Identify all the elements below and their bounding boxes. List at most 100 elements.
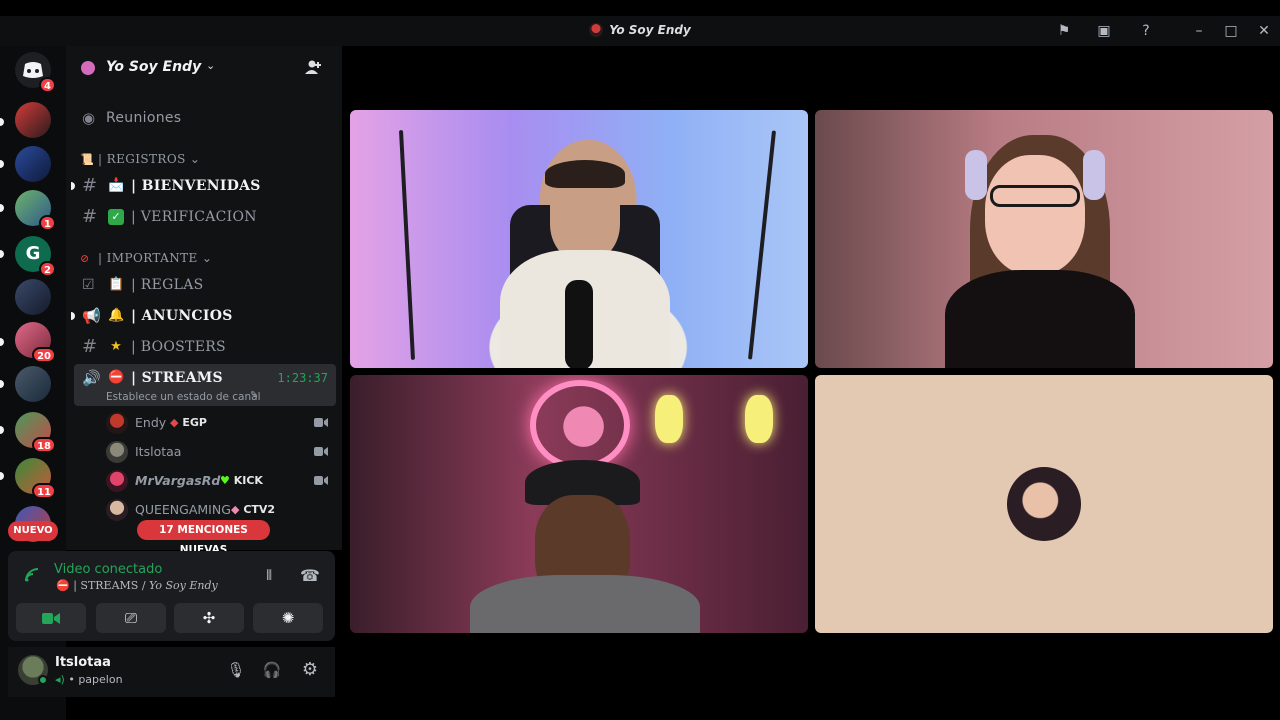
scroll-icon: 📜 <box>80 153 95 166</box>
server-badge: 2 <box>39 261 56 277</box>
glasses <box>990 185 1080 207</box>
settings-gear-icon[interactable]: ⚙ <box>300 660 320 680</box>
server-icon[interactable]: 1 <box>15 190 56 231</box>
camera-button[interactable] <box>16 603 86 633</box>
unread-pill <box>0 160 4 168</box>
screen-share-icon: ⎚ <box>124 609 137 627</box>
server-badge: 1 <box>39 215 56 231</box>
sparkle-icon: ✺ <box>281 609 295 627</box>
close-icon[interactable]: ✕ <box>1255 22 1273 40</box>
top <box>945 270 1135 368</box>
window-title: Yo Soy Endy <box>0 23 1280 37</box>
help-icon[interactable]: ? <box>1137 22 1155 40</box>
channel-status-prompt[interactable]: Establece un estado de canal <box>106 391 261 403</box>
soundboard-icon[interactable]: ⦀ <box>266 568 272 584</box>
voice-channel-icon: ◉ <box>82 109 96 127</box>
megaphone-icon: 📢 <box>82 307 101 325</box>
disconnect-icon[interactable]: ☎ <box>300 566 320 585</box>
video-tile-avatar-only[interactable] <box>815 375 1273 633</box>
channel-boosters[interactable]: # ★ | BOOSTERS <box>74 333 336 361</box>
voice-live-icon: 🔊 <box>82 369 101 387</box>
microphone <box>565 280 593 368</box>
neon-banana <box>655 395 683 443</box>
headphones <box>1083 150 1105 200</box>
screen-share-icon[interactable]: ▣ <box>1095 22 1113 40</box>
category-registros[interactable]: 📜 | REGISTROS ⌄ <box>80 152 200 170</box>
signal-icon[interactable] <box>24 567 40 587</box>
user-tag: ◆ EGP <box>170 416 207 429</box>
screen-share-button[interactable]: ⎚ <box>96 603 166 633</box>
guild-icon <box>81 61 95 75</box>
camera-icon <box>314 476 328 485</box>
mail-icon: 📩 <box>108 178 125 193</box>
minimize-icon[interactable]: – <box>1190 22 1208 40</box>
nuevo-badge[interactable]: NUEVO <box>8 521 58 541</box>
channel-verificacion[interactable]: # ✓ | VERIFICACION <box>74 203 336 231</box>
video-tile[interactable] <box>350 110 808 368</box>
unread-pill <box>0 380 4 388</box>
voice-user-mrvargasrd[interactable]: MrVargasRd ♥ KICK <box>106 468 336 494</box>
server-icon[interactable] <box>15 102 51 138</box>
user-panel: Itslotaa ◂) • papelon 🎙 🎧 ⚙ <box>8 647 335 697</box>
flag-icon[interactable]: ⚑ <box>1055 22 1073 40</box>
title-bar: Yo Soy Endy ⚑ ▣ ? – □ ✕ <box>0 16 1280 46</box>
server-icon[interactable]: G 2 <box>15 236 56 277</box>
check-icon: ✓ <box>108 209 124 225</box>
no-entry-icon: ⛔ <box>56 579 70 592</box>
unread-pill <box>0 204 4 212</box>
server-badge: 4 <box>39 77 56 93</box>
video-tile[interactable] <box>815 110 1273 368</box>
unread-pill <box>0 472 4 480</box>
voice-icon: ◂) <box>55 673 65 686</box>
chevron-down-icon: ⌄ <box>206 59 216 72</box>
activities-button[interactable]: ✣ <box>174 603 244 633</box>
server-icon[interactable] <box>15 366 51 402</box>
no-entry-icon: ⛔ <box>108 370 125 385</box>
server-icon[interactable]: 18 <box>15 412 56 453</box>
stream-timer: 1:23:37 <box>277 371 328 385</box>
voice-user-itslotaa[interactable]: Itslotaa <box>106 439 336 465</box>
voice-channel-path[interactable]: ⛔ | STREAMS / Yo Soy Endy <box>56 579 218 592</box>
category-importante[interactable]: ⊘ | IMPORTANTE ⌄ <box>80 251 212 269</box>
channel-streams[interactable]: 🔊 ⛔ | STREAMS 1:23:37 Establece un estad… <box>74 364 336 406</box>
neon-sign <box>530 380 630 470</box>
pencil-icon[interactable]: ✎ <box>250 390 258 401</box>
unread-pill <box>0 426 4 434</box>
new-mentions-button[interactable]: 17 MENCIONES NUEVAS <box>137 520 270 556</box>
soundboard-button[interactable]: ✺ <box>253 603 323 633</box>
server-badge: 11 <box>32 483 56 499</box>
voice-status[interactable]: Video conectado <box>54 562 162 577</box>
server-icon[interactable] <box>15 146 51 182</box>
hash-icon: # <box>82 336 98 357</box>
unread-pill <box>0 338 4 346</box>
server-icon[interactable]: 11 <box>15 458 56 499</box>
server-icon[interactable] <box>15 279 51 315</box>
title-avatar-icon <box>589 23 604 37</box>
server-badge: 18 <box>32 437 56 453</box>
rules-icon: ☑ <box>82 277 95 293</box>
server-icon[interactable]: 20 <box>15 322 56 363</box>
camera-icon <box>314 418 328 427</box>
participant-avatar <box>1007 467 1081 541</box>
microphone-icon[interactable]: 🎙 <box>226 660 246 680</box>
channel-anuncios[interactable]: 📢 🔔 | ANUNCIOS <box>71 302 336 330</box>
channel-reglas[interactable]: ☑ 📋 | REGLAS <box>74 271 336 299</box>
unread-dot <box>71 312 75 320</box>
hair <box>545 160 625 188</box>
channel-reuniones[interactable]: ◉ Reuniones <box>74 104 336 132</box>
add-member-icon[interactable] <box>304 58 324 78</box>
voice-connection-panel: Video conectado ⛔ | STREAMS / Yo Soy End… <box>8 551 335 641</box>
headphones <box>965 150 987 200</box>
light-stand <box>747 130 777 360</box>
guild-header[interactable]: Yo Soy Endy ⌄ <box>66 46 342 90</box>
video-tile[interactable] <box>350 375 808 633</box>
headphones-icon[interactable]: 🎧 <box>262 660 282 680</box>
channel-bienvenidas[interactable]: # 📩 | BIENVENIDAS <box>71 172 336 200</box>
avatar <box>106 499 128 521</box>
discord-home-icon[interactable]: 4 <box>15 52 56 93</box>
voice-user-endy[interactable]: Endy ◆ EGP <box>106 410 336 436</box>
maximize-icon[interactable]: □ <box>1222 22 1240 40</box>
person <box>985 155 1085 275</box>
activities-icon: ✣ <box>202 609 216 627</box>
username[interactable]: Itslotaa <box>55 655 111 670</box>
